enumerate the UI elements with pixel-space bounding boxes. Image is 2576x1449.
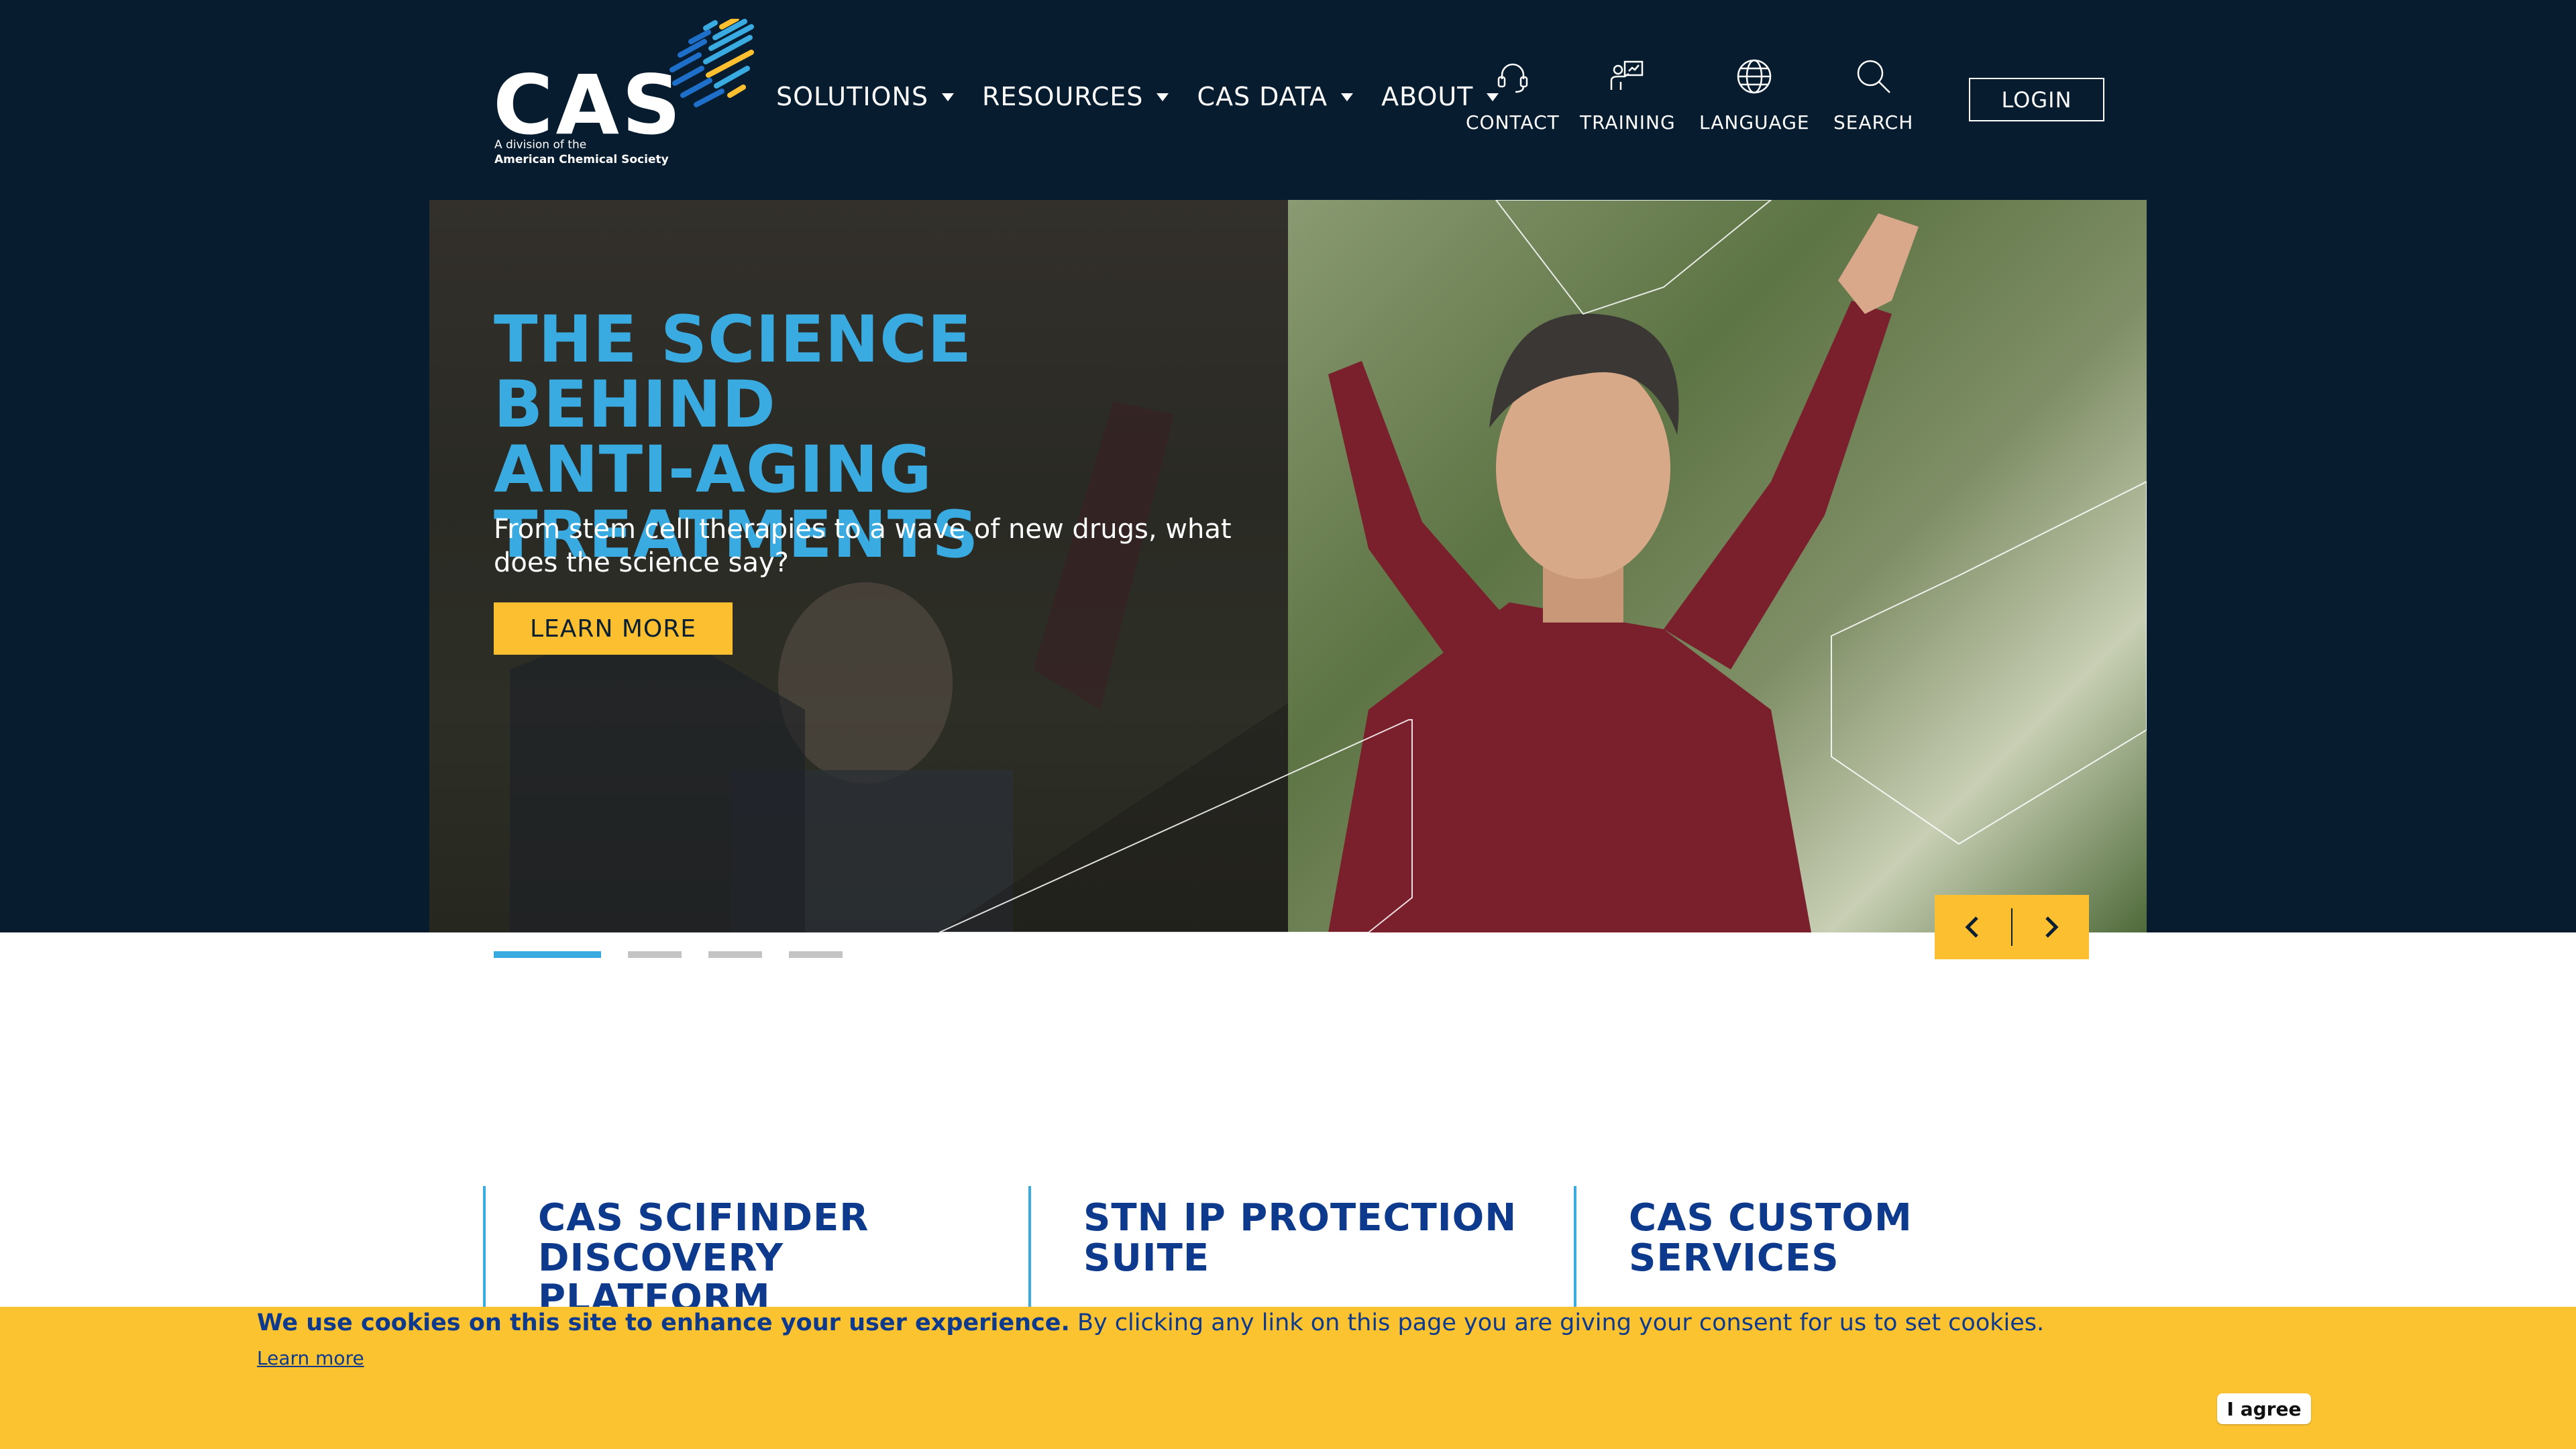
contact-link[interactable]: CONTACT <box>1466 55 1560 133</box>
search-icon <box>1857 60 1890 93</box>
nav-label: CAS DATA <box>1197 82 1328 111</box>
cookie-learn-more-link[interactable]: Learn more <box>257 1347 364 1369</box>
hero-subtitle: From stem cell therapies to a wave of ne… <box>494 514 1232 578</box>
nav-label: RESOURCES <box>982 82 1144 111</box>
slide-indicator-1[interactable] <box>494 951 601 958</box>
hero-carousel: THE SCIENCE BEHIND ANTI-AGING TREATMENTS… <box>429 200 2147 932</box>
search-label: SEARCH <box>1833 111 1914 133</box>
login-button[interactable]: LOGIN <box>1969 78 2104 121</box>
main-nav: SOLUTIONS RESOURCES CAS DATA ABOUT <box>776 82 1527 111</box>
hero-title-line-1: THE SCIENCE BEHIND <box>494 302 973 442</box>
product-title[interactable]: CAS CUSTOM SERVICES <box>1629 1198 2084 1279</box>
headset-icon <box>1497 63 1528 93</box>
product-card-stn[interactable]: STN IP PROTECTION SUITE <box>1028 1186 1538 1313</box>
logo-tagline-2: American Chemical Society <box>494 153 669 166</box>
next-slide-button[interactable] <box>2012 895 2089 959</box>
product-title[interactable]: CAS SCIFINDER DISCOVERY PLATFORM <box>538 1198 993 1319</box>
product-card-custom-services[interactable]: CAS CUSTOM SERVICES <box>1574 1186 2084 1313</box>
training-icon <box>1611 60 1644 90</box>
cookie-message-text: By clicking any link on this page you ar… <box>1069 1309 2045 1336</box>
hero-title-line-2: ANTI-AGING <box>494 432 932 507</box>
search-link[interactable]: SEARCH <box>1833 55 1913 133</box>
nav-item-solutions[interactable]: SOLUTIONS <box>776 82 954 111</box>
language-link[interactable]: LANGUAGE <box>1699 55 1810 133</box>
nav-item-resources[interactable]: RESOURCES <box>982 82 1169 111</box>
caret-down-icon <box>1157 93 1169 101</box>
chevron-left-icon <box>1965 916 1978 938</box>
language-label: LANGUAGE <box>1699 111 1810 133</box>
learn-more-button[interactable]: LEARN MORE <box>494 602 733 655</box>
slide-indicator-2[interactable] <box>628 951 682 958</box>
cookie-message-bold: We use cookies on this site to enhance y… <box>257 1309 1070 1336</box>
caret-down-icon <box>1341 93 1354 101</box>
carousel-indicators <box>494 951 869 958</box>
globe-icon <box>1737 59 1772 94</box>
nav-item-cas-data[interactable]: CAS DATA <box>1197 82 1354 111</box>
previous-slide-button[interactable] <box>1935 895 2011 959</box>
carousel-controls <box>1935 895 2089 959</box>
logo-tagline-1: A division of the <box>494 138 587 152</box>
nav-label: SOLUTIONS <box>776 82 928 111</box>
product-card-scifinder[interactable]: CAS SCIFINDER DISCOVERY PLATFORM <box>483 1186 993 1319</box>
caret-down-icon <box>942 93 954 101</box>
contact-label: CONTACT <box>1466 111 1560 133</box>
cookie-message: We use cookies on this site to enhance y… <box>257 1309 2044 1336</box>
slide-indicator-3[interactable] <box>708 951 762 958</box>
logo-wordmark: CAS <box>493 58 684 153</box>
product-title[interactable]: STN IP PROTECTION SUITE <box>1083 1198 1538 1279</box>
training-link[interactable]: TRAINING <box>1580 55 1676 133</box>
nav-label: ABOUT <box>1381 82 1474 111</box>
cas-logo[interactable]: CAS A division of the American Chemical … <box>493 19 755 173</box>
slide-indicator-4[interactable] <box>789 951 843 958</box>
chevron-right-icon <box>2045 916 2059 938</box>
training-label: TRAINING <box>1580 111 1676 133</box>
cookie-agree-button[interactable]: I agree <box>2217 1393 2311 1424</box>
